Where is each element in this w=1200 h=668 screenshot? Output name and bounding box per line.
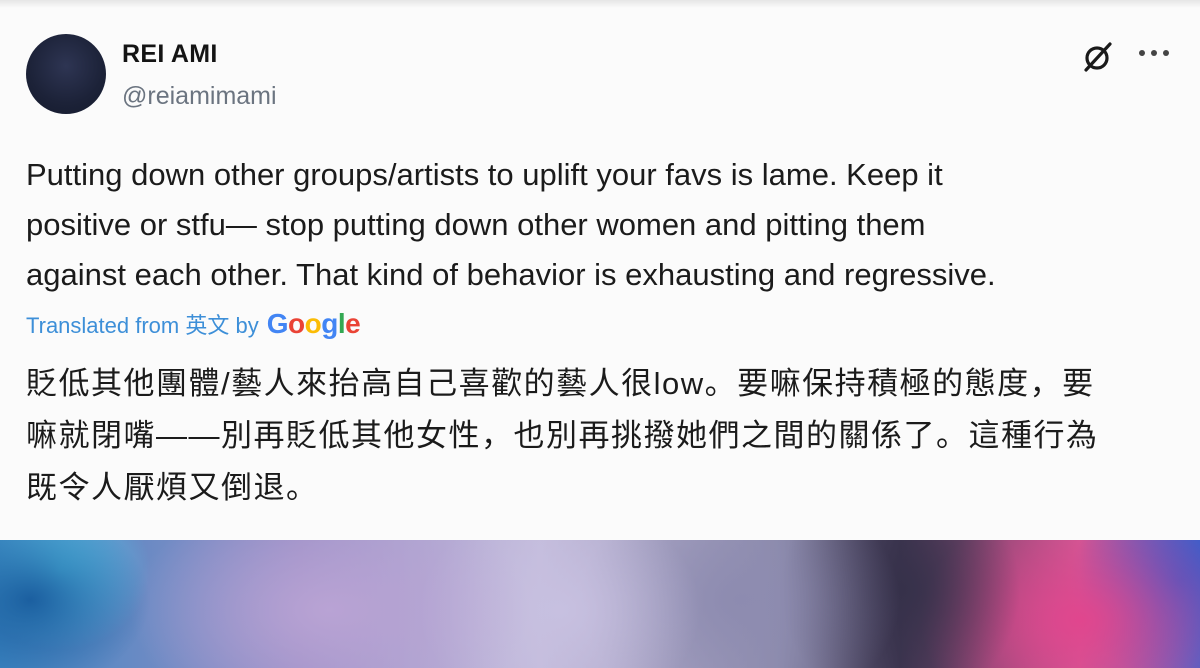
more-options-icon[interactable] [1136,38,1172,68]
translated-text: 貶低其他團體/藝人來抬高自己喜歡的藝人很low。要嘛保持積極的態度，要 嘛就閉嘴… [26,366,1099,505]
translation-attribution[interactable]: Translated from 英文 by Google [26,308,361,344]
card-top-edge [0,0,1200,8]
author-handle[interactable]: @reiamimami [122,82,277,111]
google-logo: Google [266,308,361,339]
author-display-name[interactable]: REI AMI [122,40,218,69]
avatar[interactable] [26,34,106,114]
blurred-background-image [0,540,1200,668]
grok-slash-icon[interactable] [1080,40,1114,74]
translated-from-label[interactable]: Translated from 英文 by [26,308,259,340]
tweet-text: Putting down other groups/artists to upl… [26,157,996,292]
tweet-card: REI AMI @reiamimami Putting down other g… [0,0,1200,540]
